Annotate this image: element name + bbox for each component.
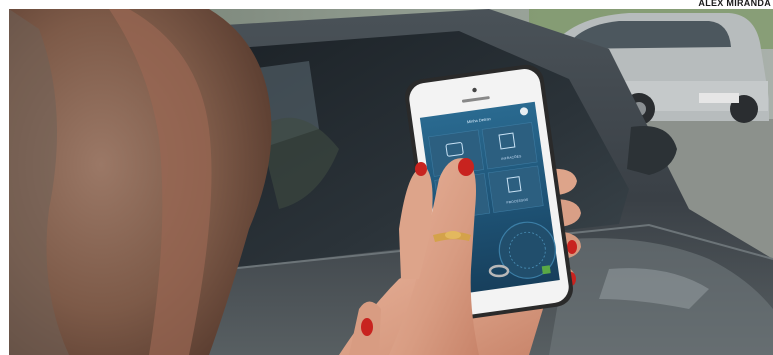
app-tile[interactable]: INFRAÇÕES (481, 122, 538, 170)
photo-credit: ALEX MIRANDA (698, 0, 771, 8)
news-photo: Minha Detran INFRAÇÕES PROCESSOS (9, 9, 773, 355)
app-tile[interactable]: PROCESSOS (487, 165, 544, 213)
photo-frame: ALEX MIRANDA Minha Detran INFRAÇÕES PROC… (0, 0, 773, 355)
app-badge-icon (541, 265, 551, 275)
